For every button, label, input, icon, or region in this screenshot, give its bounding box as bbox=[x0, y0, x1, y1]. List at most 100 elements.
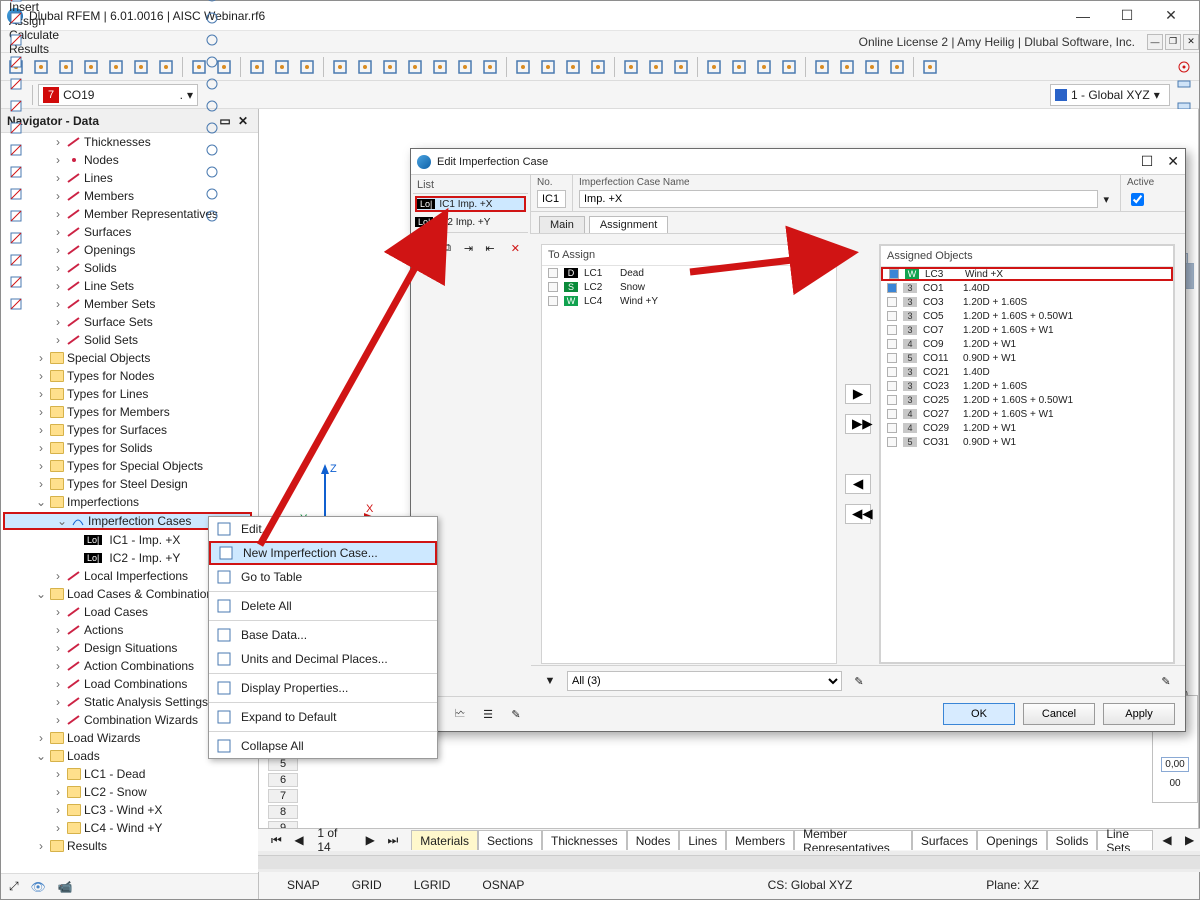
case-name-input[interactable] bbox=[579, 190, 1098, 208]
context-delete-all[interactable]: Delete All bbox=[209, 594, 437, 618]
tree-item[interactable]: ›LC4 - Wind +Y bbox=[1, 819, 254, 837]
tree-item[interactable]: ›Types for Solids bbox=[1, 439, 254, 457]
move-left-button[interactable]: ◀ bbox=[845, 474, 871, 494]
tree-item[interactable]: ›Surface Sets bbox=[1, 313, 254, 331]
move-right-button[interactable]: ▶ bbox=[845, 384, 871, 404]
copy-icon[interactable]: ⧉ bbox=[438, 237, 455, 259]
cloud-icon[interactable] bbox=[80, 56, 102, 78]
v5-icon[interactable] bbox=[429, 56, 451, 78]
context-expand-to-default[interactable]: Expand to Default bbox=[209, 705, 437, 729]
paste-icon[interactable] bbox=[296, 56, 318, 78]
lgrid-toggle[interactable]: LGRID bbox=[404, 878, 461, 892]
assigned-row[interactable]: 3CO251.20D + 1.60S + 0.50W1 bbox=[881, 393, 1173, 407]
chevron-down-icon[interactable]: ▾ bbox=[1098, 190, 1114, 208]
scroll-right-icon[interactable]: ▶ bbox=[1179, 829, 1200, 851]
h3-icon[interactable] bbox=[861, 56, 883, 78]
tool-y1-icon[interactable] bbox=[1173, 73, 1195, 95]
tool-i-icon[interactable] bbox=[5, 51, 27, 73]
tool-x8-icon[interactable] bbox=[201, 183, 223, 205]
assigned-row[interactable]: 4CO271.20D + 1.60S + W1 bbox=[881, 407, 1173, 421]
tree-item[interactable]: ›Solids bbox=[1, 259, 254, 277]
tool-nav-r-icon[interactable] bbox=[201, 0, 223, 7]
table-tab-materials[interactable]: Materials bbox=[411, 830, 478, 850]
close-button[interactable]: ✕ bbox=[1149, 2, 1193, 30]
assigned-row[interactable]: 5CO310.90D + W1 bbox=[881, 435, 1173, 449]
assigned-row[interactable]: 3CO31.20D + 1.60S bbox=[881, 295, 1173, 309]
h4-icon[interactable] bbox=[886, 56, 908, 78]
v2-icon[interactable] bbox=[354, 56, 376, 78]
table-tab-members[interactable]: Members bbox=[726, 830, 794, 850]
h2-icon[interactable] bbox=[836, 56, 858, 78]
r3-icon[interactable] bbox=[670, 56, 692, 78]
c3-icon[interactable] bbox=[562, 56, 584, 78]
table-tab-sections[interactable]: Sections bbox=[478, 830, 542, 850]
assigned-row[interactable]: 3CO11.40D bbox=[881, 281, 1173, 295]
list-icon[interactable]: ☰ bbox=[477, 703, 499, 725]
active-checkbox[interactable] bbox=[1131, 193, 1144, 206]
tool-x9-icon[interactable] bbox=[201, 205, 223, 227]
navigator-tree[interactable]: ›Thicknesses›Nodes›Lines›Members›Member … bbox=[1, 133, 258, 873]
tool-t-icon[interactable] bbox=[5, 293, 27, 315]
t3-icon[interactable] bbox=[753, 56, 775, 78]
scroll-left-icon[interactable]: ◀ bbox=[1157, 829, 1178, 851]
delete-icon[interactable]: ✕ bbox=[507, 237, 524, 259]
cancel-button[interactable]: Cancel bbox=[1023, 703, 1095, 725]
tool-x5-icon[interactable] bbox=[201, 117, 223, 139]
row-header[interactable]: 5 bbox=[268, 757, 298, 771]
out-icon[interactable]: ⇤ bbox=[481, 237, 498, 259]
t1-icon[interactable] bbox=[703, 56, 725, 78]
row-header[interactable]: 8 bbox=[268, 805, 298, 819]
v3-icon[interactable] bbox=[379, 56, 401, 78]
pick2-icon[interactable]: ✎ bbox=[1155, 670, 1177, 692]
tree-item[interactable]: ›Types for Members bbox=[1, 403, 254, 421]
osnap-toggle[interactable]: OSNAP bbox=[472, 878, 534, 892]
move-all-left-button[interactable]: ◀◀ bbox=[845, 504, 871, 524]
pager-next-icon[interactable]: ▶ bbox=[360, 829, 381, 851]
table-tab-surfaces[interactable]: Surfaces bbox=[912, 830, 977, 850]
t4-icon[interactable] bbox=[778, 56, 800, 78]
tree-item[interactable]: ›Types for Steel Design bbox=[1, 475, 254, 493]
table-tab-solids[interactable]: Solids bbox=[1047, 830, 1098, 850]
assigned-row[interactable]: WLC3Wind +X bbox=[881, 267, 1173, 281]
tool-x1-icon[interactable] bbox=[201, 29, 223, 51]
context-units-and-decimal-places-[interactable]: Units and Decimal Places... bbox=[209, 647, 437, 671]
panel-close-icon[interactable]: ✕ bbox=[234, 112, 252, 130]
tool-x6-icon[interactable] bbox=[201, 139, 223, 161]
dialog-close-icon[interactable]: ✕ bbox=[1167, 153, 1179, 170]
apply-button[interactable]: Apply bbox=[1103, 703, 1175, 725]
tree-item[interactable]: ›Types for Special Objects bbox=[1, 457, 254, 475]
camera-icon[interactable]: 📹 bbox=[58, 880, 73, 894]
tree-item[interactable]: ›Solid Sets bbox=[1, 331, 254, 349]
mdi-minimize-icon[interactable]: — bbox=[1147, 34, 1163, 50]
table-tab-nodes[interactable]: Nodes bbox=[627, 830, 680, 850]
v1-icon[interactable] bbox=[329, 56, 351, 78]
tree-item[interactable]: ›Special Objects bbox=[1, 349, 254, 367]
tree-item[interactable]: ›Types for Nodes bbox=[1, 367, 254, 385]
pager-first-icon[interactable]: ⏮ bbox=[266, 829, 287, 851]
copy-icon[interactable] bbox=[271, 56, 293, 78]
to-assign-row[interactable]: DLC1Dead bbox=[542, 266, 836, 280]
tool-x2-icon[interactable] bbox=[201, 51, 223, 73]
to-assign-row[interactable]: SLC2Snow bbox=[542, 280, 836, 294]
table-tab-line-sets[interactable]: Line Sets bbox=[1097, 830, 1152, 850]
tree-item[interactable]: ›Types for Lines bbox=[1, 385, 254, 403]
assigned-row[interactable]: 4CO291.20D + W1 bbox=[881, 421, 1173, 435]
table-tab-lines[interactable]: Lines bbox=[679, 830, 726, 850]
snap-toggle[interactable]: SNAP bbox=[277, 878, 330, 892]
assigned-row[interactable]: 4CO91.20D + W1 bbox=[881, 337, 1173, 351]
to-assign-row[interactable]: WLC4Wind +Y bbox=[542, 294, 836, 308]
load-case-combo[interactable]: 7 CO19 . ▾ bbox=[38, 84, 198, 106]
tool-f-icon[interactable] bbox=[5, 0, 27, 7]
new-icon[interactable]: 🗋 bbox=[417, 237, 434, 259]
assigned-row[interactable]: 3CO231.20D + 1.60S bbox=[881, 379, 1173, 393]
tree-expand-icon[interactable]: ⤢ bbox=[9, 879, 19, 894]
dialog-list-row[interactable]: Lo|IC2 Imp. +Y bbox=[415, 214, 526, 230]
minimize-button[interactable]: — bbox=[1061, 2, 1105, 30]
assigned-row[interactable]: 3CO51.20D + 1.60S + 0.50W1 bbox=[881, 309, 1173, 323]
row-header[interactable]: 7 bbox=[268, 789, 298, 803]
grid-toggle[interactable]: GRID bbox=[342, 878, 392, 892]
save-icon[interactable] bbox=[105, 56, 127, 78]
sp-icon[interactable] bbox=[919, 56, 941, 78]
tool-j-icon[interactable] bbox=[5, 73, 27, 95]
tool-q-icon[interactable] bbox=[5, 227, 27, 249]
